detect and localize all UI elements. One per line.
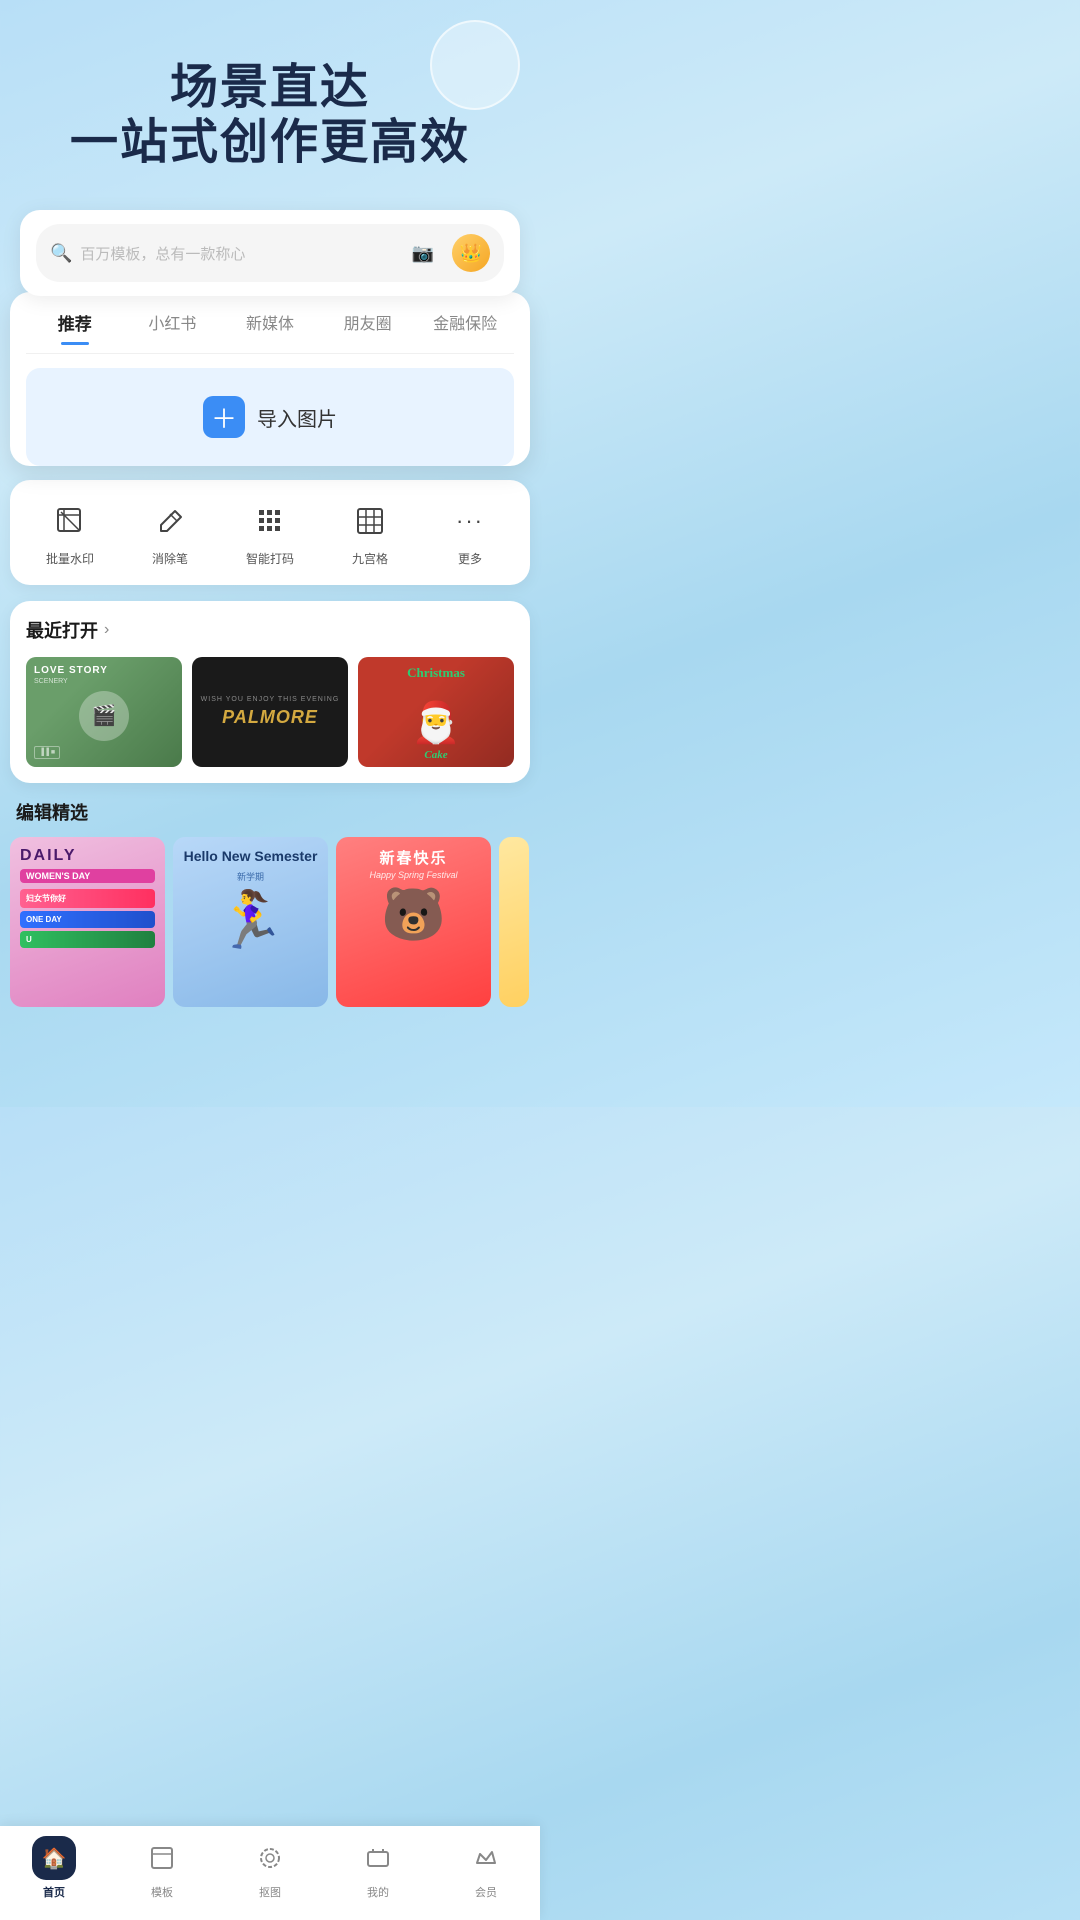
nav-label-template: 模板 xyxy=(151,1884,173,1900)
hero-section: 场景直达 一站式创作更高效 xyxy=(0,0,540,190)
tools-row: 批量水印 消除笔 xyxy=(20,498,520,567)
deco-circle xyxy=(430,20,520,110)
recent-header: 最近打开 › xyxy=(26,617,514,643)
nav-item-mine[interactable]: 我的 xyxy=(324,1836,432,1900)
tool-eraser[interactable]: 消除笔 xyxy=(120,498,220,567)
camera-icon[interactable]: 📷 xyxy=(412,243,434,264)
recent-item-christmas[interactable]: Christmas 🎅 Cake xyxy=(358,657,514,767)
nav-label-mine: 我的 xyxy=(367,1884,389,1900)
tool-more[interactable]: ··· 更多 xyxy=(420,498,520,567)
nav-label-home: 首页 xyxy=(43,1884,65,1900)
batch-watermark-icon xyxy=(47,498,93,544)
vip-icon xyxy=(464,1836,508,1880)
semester-title: Hello New Semester xyxy=(184,847,318,865)
pick-item-fourth-partial[interactable] xyxy=(499,837,529,1007)
spring-title: 新春快乐 xyxy=(379,847,447,868)
smart-mosaic-label: 智能打码 xyxy=(246,550,294,567)
nav-label-cutout: 抠图 xyxy=(259,1884,281,1900)
import-area[interactable]: ＋ 导入图片 xyxy=(26,368,514,466)
nine-grid-label: 九宫格 xyxy=(352,550,388,567)
template-icon xyxy=(140,1836,184,1880)
tab-xiaohongshu[interactable]: 小红书 xyxy=(124,310,222,343)
tab-recommended[interactable]: 推荐 xyxy=(26,310,124,343)
tab-finance[interactable]: 金融保险 xyxy=(416,310,514,343)
nav-item-cutout[interactable]: 抠图 xyxy=(216,1836,324,1900)
crown-badge[interactable]: 👑 xyxy=(452,234,490,272)
picks-section: 编辑精选 DAILY WOMEN'S DAY 妇女节你好 ONE DAY U H… xyxy=(10,799,530,1017)
tabs-row: 推荐 小红书 新媒体 朋友圈 金融保险 xyxy=(26,296,514,354)
import-label: 导入图片 xyxy=(257,403,337,432)
bottom-nav: 🏠 首页 模板 抠图 我的 xyxy=(0,1826,540,1920)
eraser-label: 消除笔 xyxy=(152,550,188,567)
tab-moments[interactable]: 朋友圈 xyxy=(319,310,417,343)
recent-arrow[interactable]: › xyxy=(104,621,109,639)
tool-smart-mosaic[interactable]: 智能打码 xyxy=(220,498,320,567)
pick-item-spring[interactable]: 新春快乐 Happy Spring Festival 🐻 xyxy=(336,837,491,1007)
recent-item-palmore[interactable]: WISH YOU ENJOY THIS EVENING PALMORE xyxy=(192,657,348,767)
search-bar[interactable]: 🔍 百万模板，总有一款称心 📷 👑 xyxy=(36,224,504,282)
picks-title: 编辑精选 xyxy=(10,799,530,825)
recent-item-love-story[interactable]: LOVE STORY SCENERY 🎬 ▐▐ ■ xyxy=(26,657,182,767)
search-placeholder: 百万模板，总有一款称心 xyxy=(80,243,403,264)
search-card: 🔍 百万模板，总有一款称心 📷 👑 xyxy=(20,210,520,296)
recent-title: 最近打开 xyxy=(26,617,98,643)
nav-item-vip[interactable]: 会员 xyxy=(432,1836,540,1900)
more-icon: ··· xyxy=(447,498,493,544)
tool-nine-grid[interactable]: 九宫格 xyxy=(320,498,420,567)
eraser-icon xyxy=(147,498,193,544)
cutout-icon xyxy=(248,1836,292,1880)
home-icon: 🏠 xyxy=(32,1836,76,1880)
smart-mosaic-icon xyxy=(247,498,293,544)
nine-grid-icon xyxy=(347,498,393,544)
nav-item-template[interactable]: 模板 xyxy=(108,1836,216,1900)
recent-section: 最近打开 › LOVE STORY SCENERY 🎬 ▐▐ ■ WISH YO… xyxy=(10,601,530,783)
search-icon: 🔍 xyxy=(50,243,72,264)
nav-item-home[interactable]: 🏠 首页 xyxy=(0,1836,108,1900)
mine-icon xyxy=(356,1836,400,1880)
tabs-panel: 推荐 小红书 新媒体 朋友圈 金融保险 ＋ 导入图片 xyxy=(10,292,530,466)
more-label: 更多 xyxy=(458,550,482,567)
tab-newmedia[interactable]: 新媒体 xyxy=(221,310,319,343)
pick-item-semester[interactable]: Hello New Semester 新学期 🏃‍♀️ xyxy=(173,837,328,1007)
import-plus-icon: ＋ xyxy=(203,396,245,438)
picks-grid: DAILY WOMEN'S DAY 妇女节你好 ONE DAY U Hello … xyxy=(10,837,530,1007)
recent-grid: LOVE STORY SCENERY 🎬 ▐▐ ■ WISH YOU ENJOY… xyxy=(26,657,514,767)
pick-item-daily[interactable]: DAILY WOMEN'S DAY 妇女节你好 ONE DAY U xyxy=(10,837,165,1007)
batch-watermark-label: 批量水印 xyxy=(46,550,94,567)
nav-label-vip: 会员 xyxy=(475,1884,497,1900)
tool-batch-watermark[interactable]: 批量水印 xyxy=(20,498,120,567)
tools-panel: 批量水印 消除笔 xyxy=(10,480,530,585)
